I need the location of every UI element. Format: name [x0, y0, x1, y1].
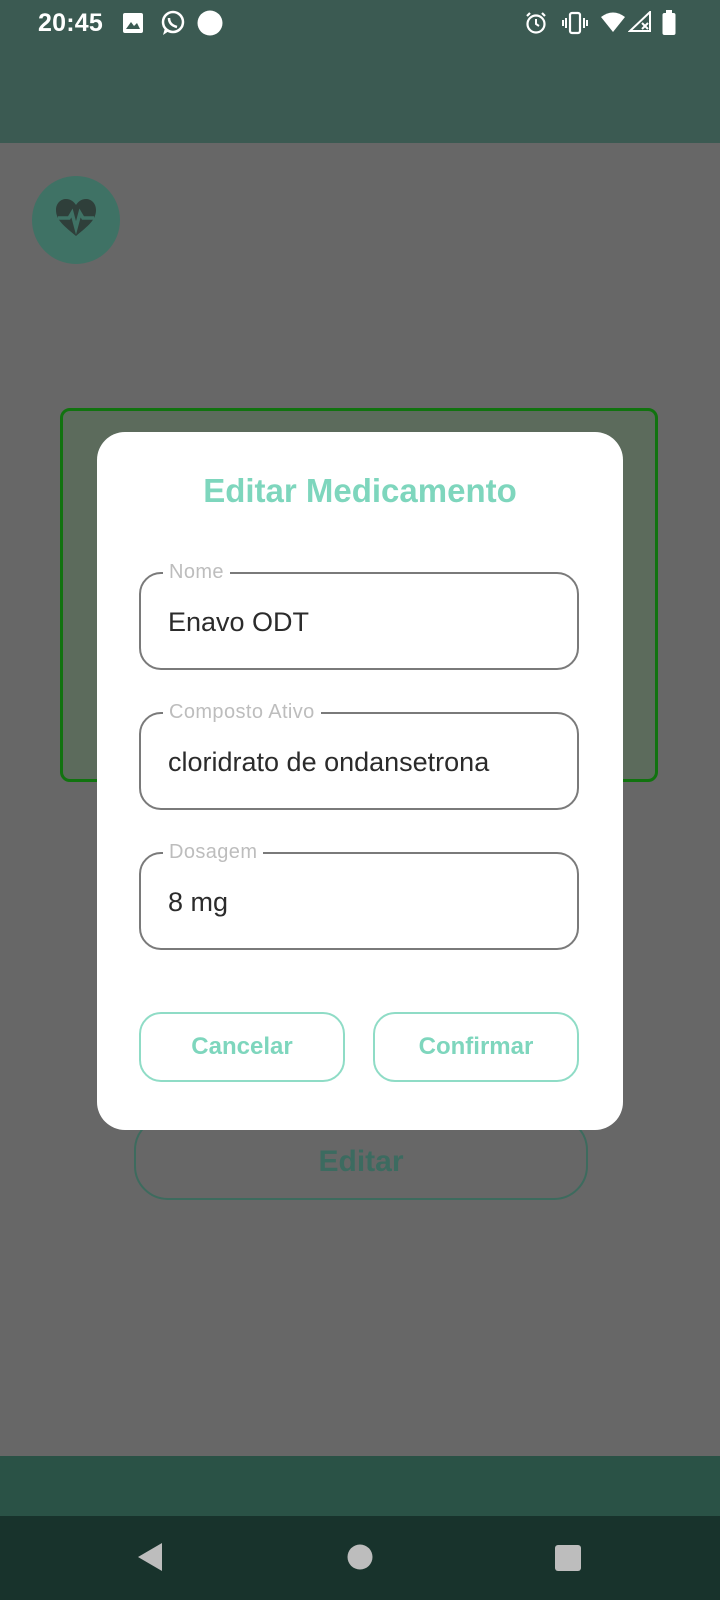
app-logo[interactable] — [32, 176, 120, 264]
edit-button-label: Editar — [318, 1145, 404, 1178]
bottom-bar — [0, 1456, 720, 1516]
wifi-icon — [600, 11, 626, 38]
dosage-field-value: 8 mg — [168, 887, 229, 917]
heart-pulse-icon — [56, 199, 96, 236]
alarm-icon — [524, 11, 548, 40]
recents-icon[interactable] — [554, 1544, 582, 1577]
edit-medication-dialog: Editar Medicamento Nome Enavo ODT Compos… — [97, 432, 623, 1130]
name-field[interactable]: Nome Enavo ODT — [139, 560, 579, 670]
home-icon[interactable] — [347, 1544, 373, 1575]
dosage-field-label: Dosagem — [163, 840, 264, 864]
name-field-label: Nome — [163, 560, 230, 584]
status-time: 20:45 — [38, 9, 103, 37]
system-nav-bar — [0, 1516, 720, 1600]
image-icon — [122, 12, 144, 39]
name-field-value: Enavo ODT — [168, 607, 310, 637]
active-compound-field-label: Composto Ativo — [163, 700, 321, 724]
active-compound-field[interactable]: Composto Ativo cloridrato de ondansetron… — [139, 700, 579, 810]
active-compound-field-value: cloridrato de ondansetrona — [168, 747, 490, 777]
cancel-button[interactable]: Cancelar — [139, 1012, 345, 1082]
whatsapp-icon — [160, 10, 186, 41]
dosage-field[interactable]: Dosagem 8 mg — [139, 840, 579, 950]
app-bar: 20:45 — [0, 0, 720, 143]
confirm-button[interactable]: Confirmar — [373, 1012, 579, 1082]
back-icon[interactable] — [136, 1542, 164, 1577]
vibrate-icon — [562, 11, 588, 40]
status-bar: 20:45 — [0, 0, 720, 46]
signal-icon — [627, 9, 652, 38]
circle-notification-icon — [197, 10, 223, 41]
battery-icon — [662, 10, 676, 41]
dialog-title: Editar Medicamento — [203, 472, 517, 509]
